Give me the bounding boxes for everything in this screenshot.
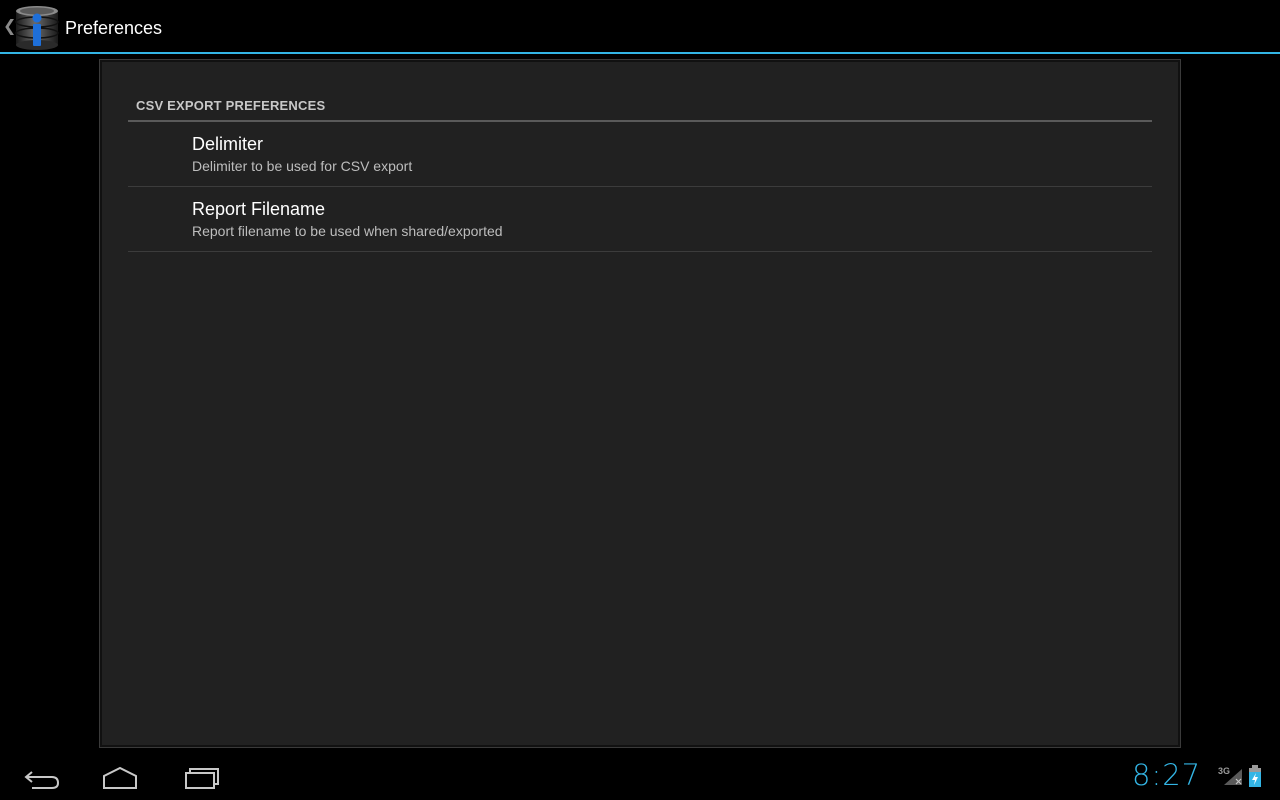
signal-icon — [1222, 766, 1244, 786]
preference-title: Delimiter — [192, 134, 264, 154]
preference-item-delimiter[interactable]: Delimiter Delimiter to be used for CSV e… — [128, 122, 1152, 187]
back-icon[interactable] — [18, 762, 68, 792]
system-bar: 8:27 3G — [0, 752, 1280, 800]
screen: ❮ Preferences CSV EXPORT PREFERENCES Del… — [0, 0, 1280, 800]
preference-summary: Report filename to be used when shared/e… — [192, 223, 503, 239]
clock[interactable]: 8:27 — [1132, 758, 1201, 792]
battery-charging-icon — [1248, 764, 1262, 788]
preference-title: Report Filename — [192, 199, 326, 219]
preference-category: CSV EXPORT PREFERENCES — [128, 98, 1152, 122]
action-bar-title: Preferences — [65, 18, 163, 38]
category-title: CSV EXPORT PREFERENCES — [136, 98, 326, 113]
preference-item-report-filename[interactable]: Report Filename Report filename to be us… — [128, 187, 1152, 252]
preferences-panel: CSV EXPORT PREFERENCES Delimiter Delimit… — [99, 59, 1181, 748]
action-bar: ❮ Preferences — [0, 0, 1280, 54]
recents-icon[interactable] — [176, 762, 226, 792]
preference-summary: Delimiter to be used for CSV export — [192, 158, 413, 174]
database-info-icon[interactable] — [12, 4, 62, 50]
home-icon[interactable] — [96, 762, 146, 792]
